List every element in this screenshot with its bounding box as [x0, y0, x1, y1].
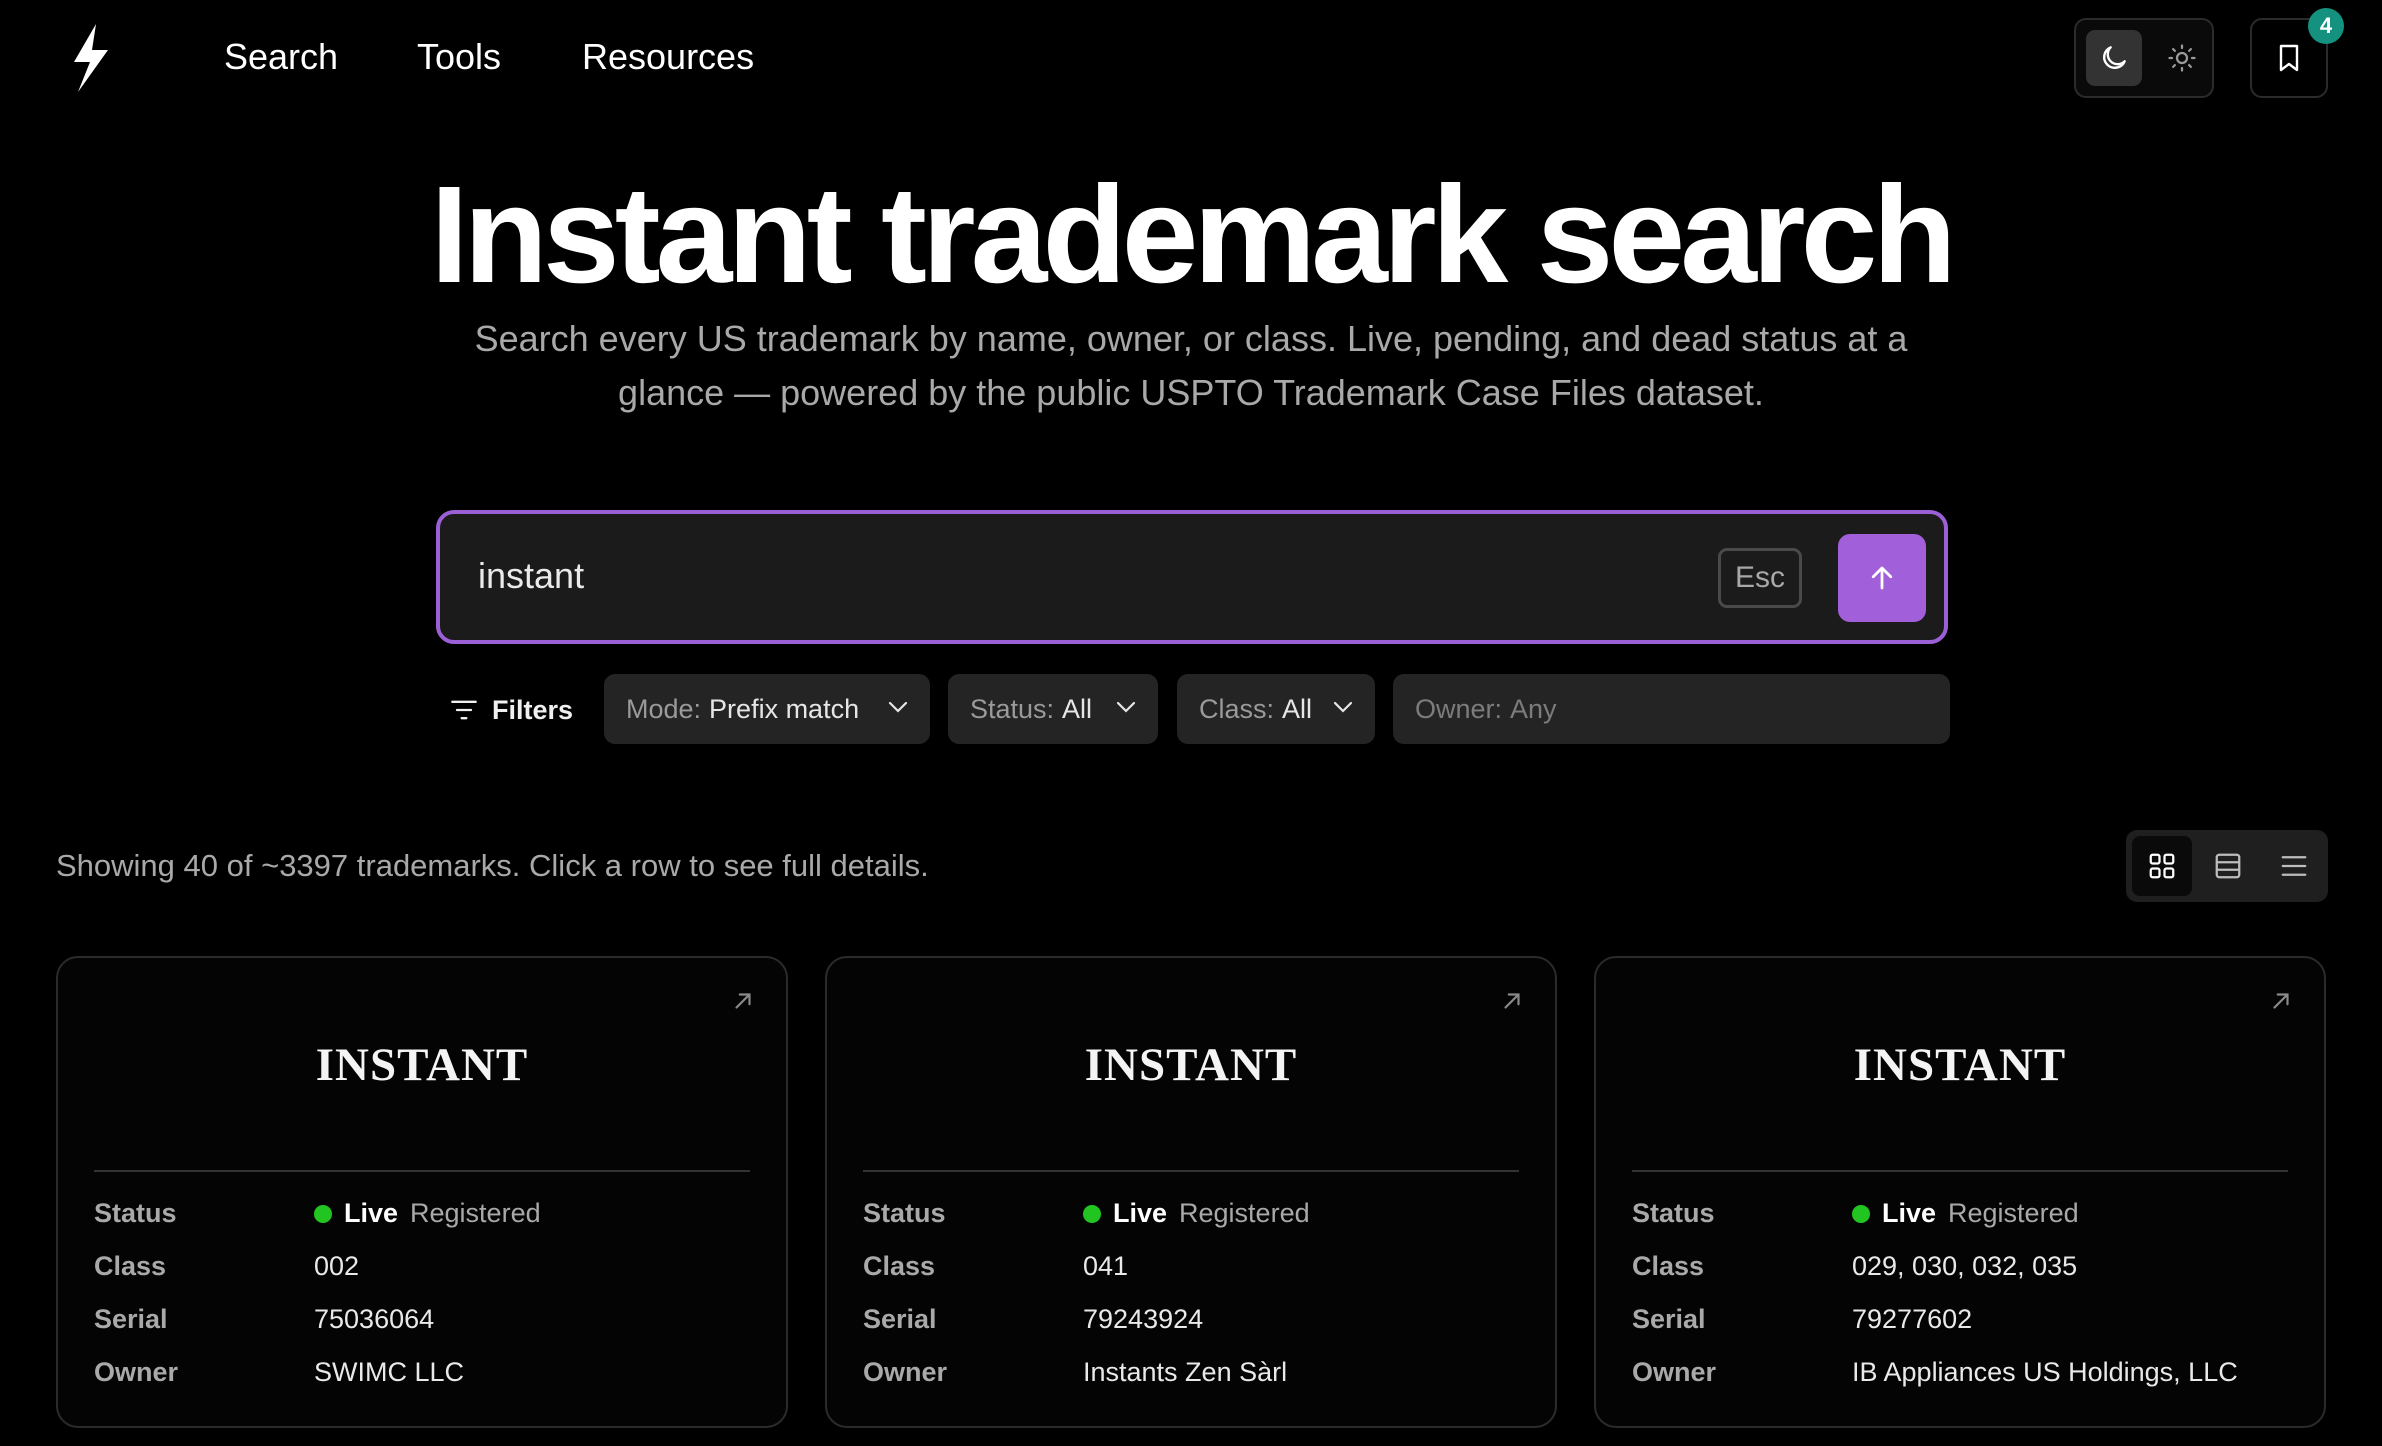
trademark-name: INSTANT: [315, 1039, 529, 1091]
status-value: Live: [344, 1198, 399, 1228]
owner-value: IB Appliances US Holdings, LLC: [1852, 1357, 2238, 1387]
list-icon: [2281, 856, 2307, 876]
nav-tools[interactable]: Tools: [417, 36, 501, 78]
serial-label: Serial: [1632, 1304, 1706, 1334]
class-select-value: All: [1282, 693, 1313, 724]
bookmark-count-badge: 4: [2308, 8, 2344, 44]
class-row: Class 041: [863, 1251, 1523, 1291]
status-row: Status Live Registered: [863, 1198, 1523, 1238]
filters-label: Filters: [492, 694, 574, 725]
logo[interactable]: [56, 22, 120, 94]
divider: [863, 1170, 1519, 1172]
nav-search[interactable]: Search: [224, 36, 338, 78]
status-select-key: Status:: [970, 693, 1055, 724]
grid-icon: [2149, 853, 2175, 879]
trademark-name: INSTANT: [1084, 1039, 1298, 1091]
owner-row: Owner SWIMC LLC: [94, 1357, 754, 1397]
serial-value: 79277602: [1852, 1304, 1973, 1334]
status-detail: Registered: [1948, 1198, 2079, 1228]
status-value: Live: [1113, 1198, 1168, 1228]
serial-row: Serial 79277602: [1632, 1304, 2292, 1344]
chevron-down-icon: [1116, 701, 1136, 713]
chevron-down-icon: [1333, 701, 1353, 713]
serial-value: 75036064: [314, 1304, 435, 1334]
owner-label: Owner: [863, 1357, 948, 1387]
class-label: Class: [863, 1251, 936, 1281]
trademark-card[interactable]: INSTANT Status Live Registered Class 041 Se…: [825, 956, 1557, 1428]
nav-resources[interactable]: Resources: [582, 36, 754, 78]
owner-row: Owner Instants Zen Sàrl: [863, 1357, 1523, 1397]
page-subtitle: Search every US trademark by name, owner…: [474, 318, 1908, 413]
class-label: Class: [1632, 1251, 1705, 1281]
search-box: Esc: [436, 510, 1948, 644]
serial-value: 79243924: [1083, 1304, 1204, 1334]
status-row: Status Live Registered: [1632, 1198, 2292, 1238]
owner-value: SWIMC LLC: [314, 1357, 465, 1387]
results-summary: Showing 40 of ~3397 trademarks. Click a …: [56, 848, 929, 883]
theme-toggle: [2074, 18, 2214, 98]
owner-filter-value: Any: [1510, 693, 1557, 724]
mode-select-value: Prefix match: [709, 693, 860, 724]
status-value: Live: [1882, 1198, 1937, 1228]
owner-label: Owner: [94, 1357, 179, 1387]
open-external-icon[interactable]: [2268, 988, 2294, 1014]
view-switcher: [2126, 830, 2328, 902]
bookmark-icon: [2279, 44, 2299, 72]
owner-filter-input[interactable]: Owner: Any: [1393, 674, 1950, 744]
owner-label: Owner: [1632, 1357, 1717, 1387]
class-label: Class: [94, 1251, 167, 1281]
bolt-logo-icon: [74, 24, 108, 92]
status-label: Status: [863, 1198, 946, 1228]
class-row: Class 002: [94, 1251, 754, 1291]
divider: [94, 1170, 750, 1172]
grid-view-button[interactable]: [2132, 836, 2192, 896]
trademark-card[interactable]: INSTANT Status Live Registered Class 002 Se…: [56, 956, 788, 1428]
live-status-dot: [1852, 1205, 1870, 1223]
status-label: Status: [94, 1198, 177, 1228]
filter-lines-icon: [451, 700, 477, 720]
chevron-down-icon: [888, 701, 908, 713]
class-value: 029, 030, 032, 035: [1852, 1251, 2078, 1281]
status-select[interactable]: Status: All: [948, 674, 1158, 744]
submit-search-button[interactable]: [1838, 534, 1926, 622]
trademark-card[interactable]: INSTANT Status Live Registered Class 029, 0…: [1594, 956, 2326, 1428]
serial-label: Serial: [863, 1304, 937, 1334]
class-select-key: Class:: [1199, 693, 1275, 724]
class-row: Class 029, 030, 032, 035: [1632, 1251, 2292, 1291]
live-status-dot: [1083, 1205, 1101, 1223]
open-external-icon[interactable]: [1499, 988, 1525, 1014]
serial-row: Serial 79243924: [863, 1304, 1523, 1344]
esc-key-hint[interactable]: Esc: [1718, 548, 1802, 608]
search-input[interactable]: [478, 550, 1718, 602]
class-select[interactable]: Class: All: [1177, 674, 1375, 744]
dark-mode-button[interactable]: [2086, 30, 2142, 86]
status-row: Status Live Registered: [94, 1198, 754, 1238]
light-mode-button[interactable]: [2154, 30, 2210, 86]
filters-toggle[interactable]: Filters: [450, 692, 573, 728]
status-detail: Registered: [410, 1198, 541, 1228]
mode-select-key: Mode:: [626, 693, 702, 724]
mode-select[interactable]: Mode: Prefix match: [604, 674, 930, 744]
rows-icon: [2215, 853, 2241, 879]
open-external-icon[interactable]: [730, 988, 756, 1014]
moon-icon: [2103, 46, 2126, 69]
class-value: 002: [314, 1251, 360, 1281]
sun-icon: [2168, 44, 2196, 72]
owner-filter-key: Owner:: [1415, 693, 1503, 724]
status-label: Status: [1632, 1198, 1715, 1228]
owner-value: Instants Zen Sàrl: [1083, 1357, 1288, 1387]
owner-row: Owner IB Appliances US Holdings, LLC: [1632, 1357, 2292, 1397]
class-value: 041: [1083, 1251, 1129, 1281]
list-view-button[interactable]: [2264, 836, 2324, 896]
page-title: Instant trademark search: [430, 158, 1956, 312]
live-status-dot: [314, 1205, 332, 1223]
arrow-up-icon: [1871, 566, 1893, 590]
serial-row: Serial 75036064: [94, 1304, 754, 1344]
serial-label: Serial: [94, 1304, 168, 1334]
status-detail: Registered: [1179, 1198, 1310, 1228]
trademark-name: INSTANT: [1853, 1039, 2067, 1091]
status-select-value: All: [1062, 693, 1093, 724]
divider: [1632, 1170, 2288, 1172]
compact-view-button[interactable]: [2198, 836, 2258, 896]
